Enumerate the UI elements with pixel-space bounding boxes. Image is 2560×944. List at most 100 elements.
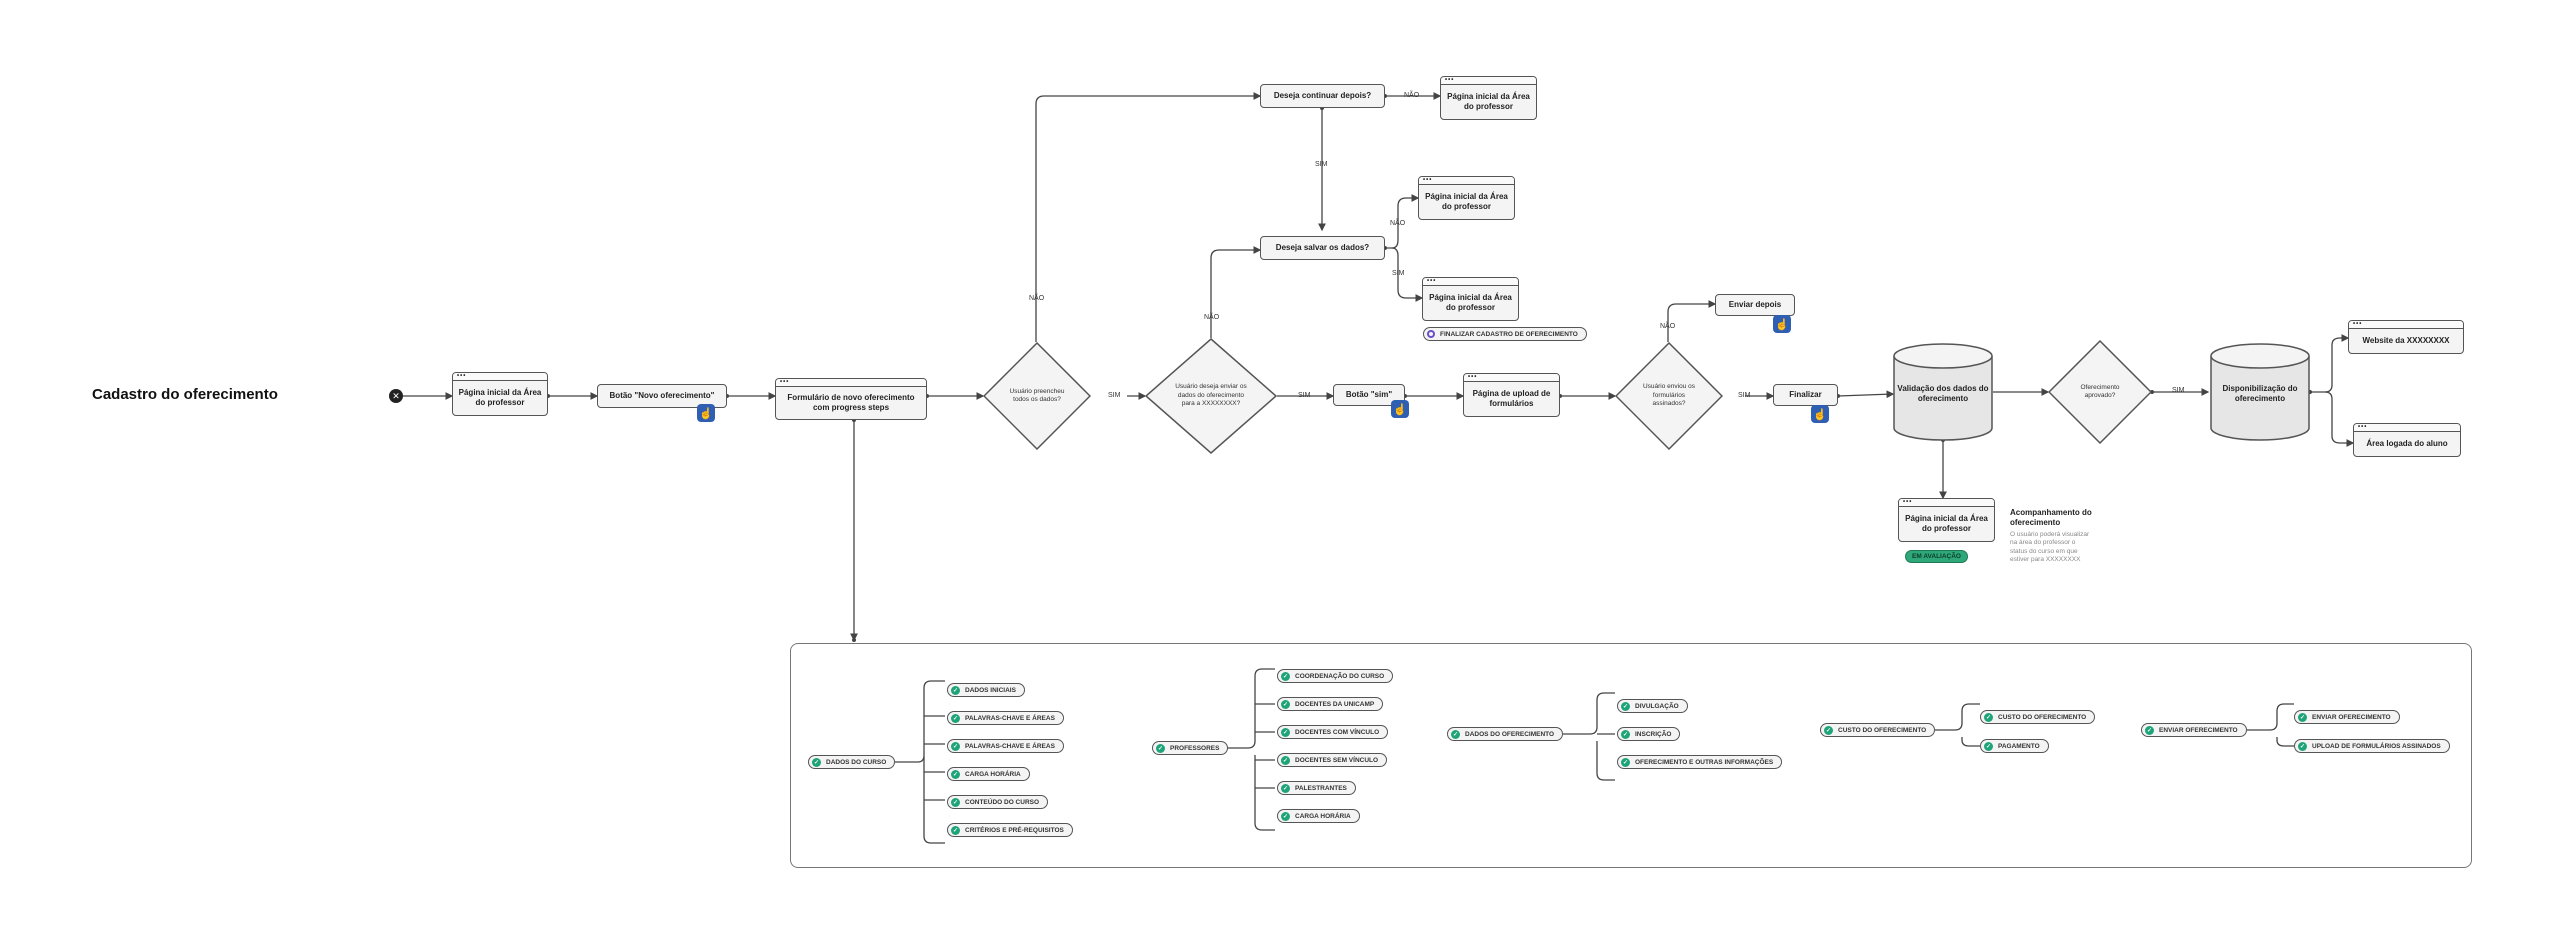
decision-forms-sent: Usuário enviou os formulários assinados? (1615, 342, 1723, 450)
finalizar-node: Finalizar (1773, 384, 1838, 406)
touch-icon: ☝ (1811, 405, 1829, 423)
home-page-save-no-label: Página inicial da Área do professor (1425, 192, 1508, 211)
check-icon: ✓ (1281, 671, 1290, 681)
label-nao: NÃO (1404, 92, 1420, 99)
step-item: ✓ OFERECIMENTO E OUTRAS INFORMAÇÕES (1617, 755, 1783, 769)
website-node: ••• Website da XXXXXXXX (2348, 320, 2464, 354)
touch-icon: ☝ (697, 404, 715, 422)
step-item-label: DIVULGAÇÃO (1635, 702, 1679, 710)
step-item: ✓ DOCENTES COM VÍNCULO (1277, 725, 1389, 739)
step-item: ✓ CONTEÚDO DO CURSO (947, 795, 1049, 809)
check-icon: ✓ (951, 825, 960, 835)
check-icon: ✓ (1984, 712, 1993, 722)
label-nao: NÃO (1390, 220, 1406, 227)
flow-canvas: Cadastro do oferecimento ✕ ••• Página in… (0, 0, 2560, 944)
check-icon: ✓ (1984, 741, 1993, 751)
check-icon: ✓ (951, 741, 960, 751)
step-root-label: ENVIAR OFERECIMENTO (2159, 726, 2238, 734)
home-page-tracking-node: ••• Página inicial da Área do professor (1898, 498, 1995, 542)
step-item-label: PALAVRAS-CHAVE E ÁREAS (965, 714, 1055, 722)
decision-send-data-label: Usuário deseja enviar os dados do oferec… (1175, 383, 1247, 408)
step-item-label: CUSTO DO OFERECIMENTO (1998, 713, 2087, 721)
check-icon: ✓ (812, 757, 821, 767)
check-icon: ✓ (1621, 729, 1630, 739)
decision-filled-all-label: Usuário preencheu todos os dados? (1009, 387, 1065, 403)
step-root-custo-do-oferecimento: ✓ CUSTO DO OFERECIMENTO (1820, 723, 1936, 737)
step-item-label: COORDENAÇÃO DO CURSO (1295, 672, 1385, 680)
step-item-label: DOCENTES COM VÍNCULO (1295, 728, 1380, 736)
check-icon: ✓ (1281, 783, 1290, 793)
label-sim: SIM (1108, 392, 1121, 399)
step-item: ✓ UPLOAD DE FORMULÁRIOS ASSINADOS (2294, 739, 2450, 753)
edge-filled-no (1035, 92, 1262, 342)
step-item-label: CARGA HORÁRIA (965, 770, 1021, 778)
label-nao: NÃO (1029, 295, 1045, 302)
step-item: ✓ CARGA HORÁRIA (947, 767, 1030, 781)
step-root-enviar-oferecimento: ✓ ENVIAR OFERECIMENTO (2141, 723, 2247, 737)
step-item: ✓ DOCENTES SEM VÍNCULO (1277, 753, 1388, 767)
step-item-label: PALAVRAS-CHAVE E ÁREAS (965, 742, 1055, 750)
step-root-label: CUSTO DO OFERECIMENTO (1838, 726, 1927, 734)
step-root-dados-do-curso: ✓ DADOS DO CURSO (808, 755, 896, 769)
upload-page-label: Página de upload de formulários (1472, 389, 1551, 408)
step-item: ✓ PALESTRANTES (1277, 781, 1356, 795)
step-item-label: PALESTRANTES (1295, 784, 1347, 792)
check-icon: ✓ (2298, 712, 2307, 722)
decision-approved: Oferecimento aprovado? (2048, 340, 2152, 444)
radio-icon (1427, 330, 1435, 338)
continue-later-node: Deseja continuar depois? (1260, 84, 1385, 108)
label-nao: NÃO (1204, 314, 1220, 321)
home-page-save-yes-label: Página inicial da Área do professor (1429, 293, 1512, 312)
check-icon: ✓ (2145, 725, 2154, 735)
step-item-label: INSCRIÇÃO (1635, 730, 1672, 738)
decision-forms-sent-label: Usuário enviou os formulários assinados? (1642, 383, 1695, 408)
step-item-label: CARGA HORÁRIA (1295, 812, 1351, 820)
check-icon: ✓ (951, 769, 960, 779)
student-area-label: Área logada do aluno (2366, 439, 2448, 448)
home-page-save-no-node: ••• Página inicial da Área do professor (1418, 176, 1515, 220)
step-item: ✓ CARGA HORÁRIA (1277, 809, 1360, 823)
edge-send-no (1210, 246, 1262, 338)
step-item: ✓ DADOS INICIAIS (947, 683, 1025, 697)
check-icon: ✓ (951, 797, 960, 807)
form-node-label: Formulário de novo oferecimento com prog… (787, 393, 915, 412)
check-icon: ✓ (1621, 701, 1630, 711)
check-icon: ✓ (1451, 729, 1460, 739)
step-item-label: UPLOAD DE FORMULÁRIOS ASSINADOS (2312, 742, 2441, 750)
check-icon: ✓ (1281, 811, 1290, 821)
home-page-save-yes-node: ••• Página inicial da Área do professor (1422, 277, 1519, 321)
step-item-label: OFERECIMENTO E OUTRAS INFORMAÇÕES (1635, 758, 1774, 766)
check-icon: ✓ (951, 685, 960, 695)
decision-filled-all: Usuário preencheu todos os dados? (983, 342, 1091, 450)
save-data-node: Deseja salvar os dados? (1260, 236, 1385, 260)
step-root-label: DADOS DO OFERECIMENTO (1465, 730, 1555, 738)
validation-label: Validação dos dados do oferecimento (1897, 383, 1989, 403)
send-later-node: Enviar depois (1715, 294, 1795, 316)
check-icon: ✓ (951, 713, 960, 723)
finalize-registration-tag: FINALIZAR CADASTRO DE OFERECIMENTO (1423, 327, 1587, 341)
check-icon: ✓ (1824, 725, 1833, 735)
decision-send-data: Usuário deseja enviar os dados do oferec… (1145, 338, 1277, 454)
upload-page-node: ••• Página de upload de formulários (1463, 373, 1560, 417)
step-item: ✓ DIVULGAÇÃO (1617, 699, 1688, 713)
website-label: Website da XXXXXXXX (2362, 336, 2450, 345)
step-item-label: PAGAMENTO (1998, 742, 2040, 750)
start-node: ✕ (389, 389, 403, 403)
home-page-node-label: Página inicial da Área do professor (458, 388, 542, 407)
step-item: ✓ DOCENTES DA UNICAMP (1277, 697, 1384, 711)
step-item: ✓ COORDENAÇÃO DO CURSO (1277, 669, 1394, 683)
step-item: ✓ PALAVRAS-CHAVE E ÁREAS (947, 711, 1064, 725)
step-item-label: DOCENTES DA UNICAMP (1295, 700, 1375, 708)
label-sim: SIM (1298, 392, 1311, 399)
step-item-label: DOCENTES SEM VÍNCULO (1295, 756, 1379, 764)
label-nao: NÃO (1660, 323, 1676, 330)
label-sim: SIM (1738, 392, 1751, 399)
step-item: ✓ CUSTO DO OFERECIMENTO (1980, 710, 2096, 724)
check-icon: ✓ (2298, 741, 2307, 751)
page-title: Cadastro do oferecimento (92, 386, 278, 403)
check-icon: ✓ (1156, 743, 1165, 753)
step-root-professores: ✓ PROFESSORES (1152, 741, 1229, 755)
home-page-top-node: ••• Página inicial da Área do professor (1440, 76, 1537, 120)
step-item: ✓ PAGAMENTO (1980, 739, 2049, 753)
status-badge: EM AVALIAÇÃO (1905, 550, 1968, 563)
